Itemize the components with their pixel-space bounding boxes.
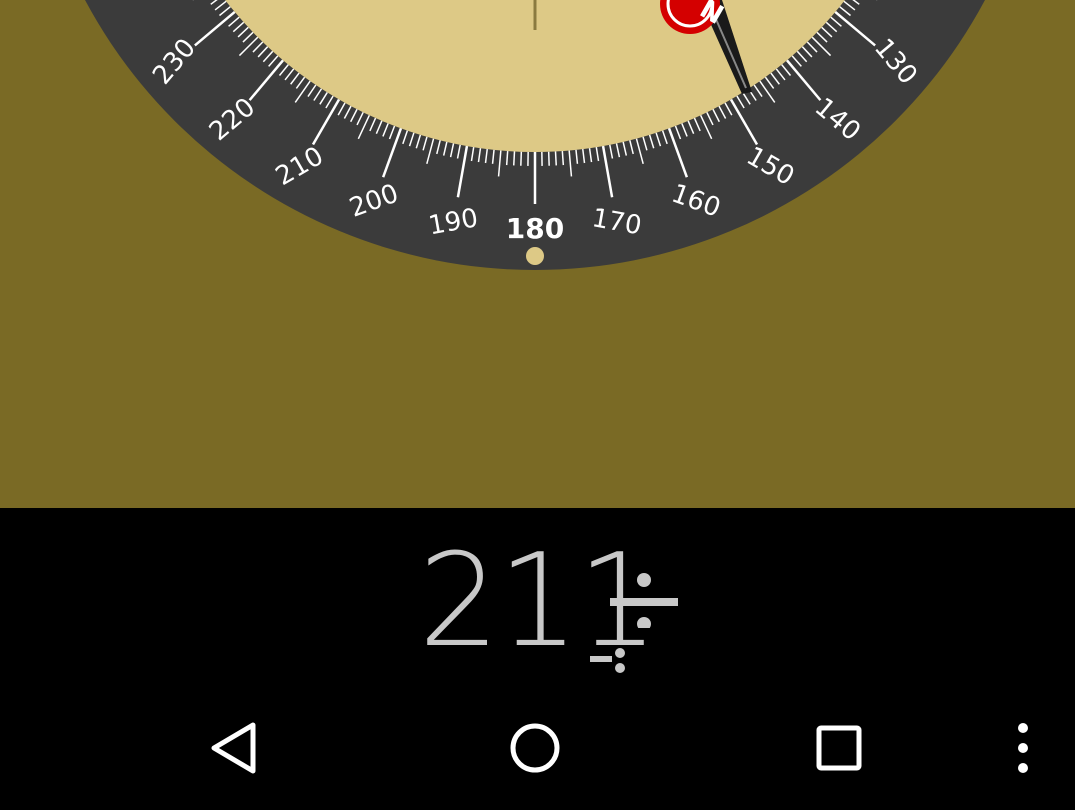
home-button[interactable] [495, 718, 575, 778]
dial-tick [513, 151, 516, 166]
dial-tick [561, 150, 565, 166]
degree-label-180: 180 [506, 212, 564, 245]
recents-button[interactable] [799, 718, 879, 778]
heading-readout: 211 [0, 508, 1075, 698]
heading-divider-icon [610, 573, 678, 628]
compass-dial: 230220210200 190 180 170 160150140130 N [85, 0, 985, 270]
back-triangle-icon [211, 722, 256, 774]
heading-value: 211 [418, 527, 658, 676]
overflow-menu-button[interactable] [983, 718, 1063, 778]
recents-square-icon [816, 725, 862, 771]
system-nav-bar [0, 698, 1075, 810]
dial-tick [505, 150, 509, 166]
south-dot [526, 247, 544, 265]
compass-view: 230 220 210 200 190 180 170 160 150 140 130 N [0, 0, 1075, 508]
dial-tick [554, 151, 557, 166]
back-button[interactable] [193, 718, 273, 778]
overflow-menu-icon [1018, 723, 1028, 773]
sub-divider-icon [590, 648, 625, 673]
home-circle-icon [510, 723, 560, 773]
